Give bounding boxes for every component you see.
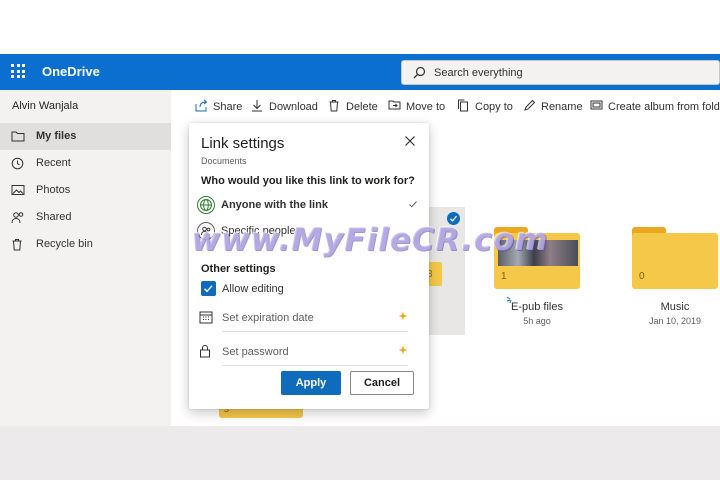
user-name: Alvin Wanjala — [12, 100, 79, 112]
option-label: Specific people — [221, 225, 296, 237]
checkmark-icon — [409, 201, 417, 208]
divider — [222, 331, 408, 332]
copy-to-label: Copy to — [475, 101, 513, 113]
option-anyone-with-link[interactable]: Anyone with the link — [195, 194, 423, 218]
pencil-icon — [524, 99, 536, 111]
folder-tile-epub[interactable]: 1 — [494, 227, 580, 289]
sidebar-item-label: My files — [36, 130, 77, 142]
sidebar-item-my-files[interactable]: My files — [0, 123, 171, 150]
divider — [222, 365, 408, 366]
trash-icon — [329, 100, 339, 112]
sidebar-item-recycle-bin[interactable]: Recycle bin — [0, 231, 171, 258]
share-label: Share — [213, 101, 243, 113]
set-password-label: Set password — [222, 346, 289, 358]
folder-count: 0 — [639, 271, 645, 282]
cancel-button[interactable]: Cancel — [350, 371, 414, 395]
sync-icon — [506, 296, 512, 304]
move-icon — [388, 100, 401, 110]
sidebar-item-label: Recent — [36, 157, 71, 169]
expiration-date-label: Set expiration date — [222, 312, 314, 324]
folder-name[interactable]: E-pub files — [482, 301, 592, 313]
premium-icon — [398, 311, 408, 321]
album-icon — [590, 100, 603, 110]
close-icon[interactable] — [403, 134, 417, 148]
browser-top-area — [0, 0, 720, 54]
trash-icon — [12, 239, 22, 251]
create-album-label: Create album from folde — [608, 101, 720, 113]
calendar-icon — [199, 311, 213, 324]
apply-button[interactable]: Apply — [281, 371, 341, 395]
page-footer — [0, 426, 720, 480]
lock-icon — [200, 345, 210, 358]
people-icon — [11, 212, 24, 224]
sidebar-item-photos[interactable]: Photos — [0, 177, 171, 204]
allow-editing-checkbox[interactable] — [201, 281, 216, 296]
folder-tile-music[interactable]: 0 — [632, 227, 718, 289]
rename-label: Rename — [541, 101, 583, 113]
sidebar-item-label: Photos — [36, 184, 71, 196]
app-title[interactable]: OneDrive — [42, 64, 100, 79]
app-launcher-icon[interactable] — [11, 64, 25, 78]
premium-icon — [398, 345, 408, 355]
folder-icon — [11, 131, 25, 142]
people-icon — [197, 222, 215, 240]
sidebar-item-label: Shared — [36, 211, 72, 223]
folder-date: 5h ago — [523, 316, 551, 326]
option-label: Anyone with the link — [221, 199, 328, 211]
search-box[interactable] — [401, 60, 720, 85]
clock-icon — [11, 157, 24, 170]
expiration-date-field[interactable]: Set expiration date — [199, 305, 415, 332]
download-icon — [252, 100, 262, 112]
folder-date: Jan 10, 2019 — [648, 316, 702, 326]
allow-editing-label[interactable]: Allow editing — [222, 283, 284, 295]
dialog-question: Who would you like this link to work for… — [201, 175, 415, 187]
option-specific-people[interactable]: Specific people — [195, 220, 423, 244]
move-to-label: Move to — [406, 101, 446, 113]
share-icon — [195, 99, 208, 112]
image-icon — [11, 185, 25, 195]
globe-icon — [197, 196, 215, 214]
copy-icon — [458, 99, 468, 112]
dialog-title: Link settings — [201, 135, 285, 152]
search-input[interactable] — [434, 65, 704, 81]
folder-thumbnail — [498, 240, 578, 266]
dialog-subtitle: Documents — [201, 156, 247, 166]
set-password-field[interactable]: Set password — [199, 339, 415, 366]
link-settings-dialog: Link settings Documents Who would you li… — [189, 123, 429, 409]
search-icon — [413, 66, 426, 79]
delete-label: Delete — [346, 101, 378, 113]
folder-name[interactable]: Music — [620, 301, 720, 313]
selected-check-icon[interactable] — [447, 212, 460, 225]
sidebar-item-label: Recycle bin — [36, 238, 93, 250]
sidebar-item-shared[interactable]: Shared — [0, 204, 171, 231]
sidebar-item-recent[interactable]: Recent — [0, 150, 171, 177]
download-label: Download — [269, 101, 318, 113]
folder-count: 1 — [501, 271, 507, 282]
other-settings-heading: Other settings — [201, 263, 276, 275]
